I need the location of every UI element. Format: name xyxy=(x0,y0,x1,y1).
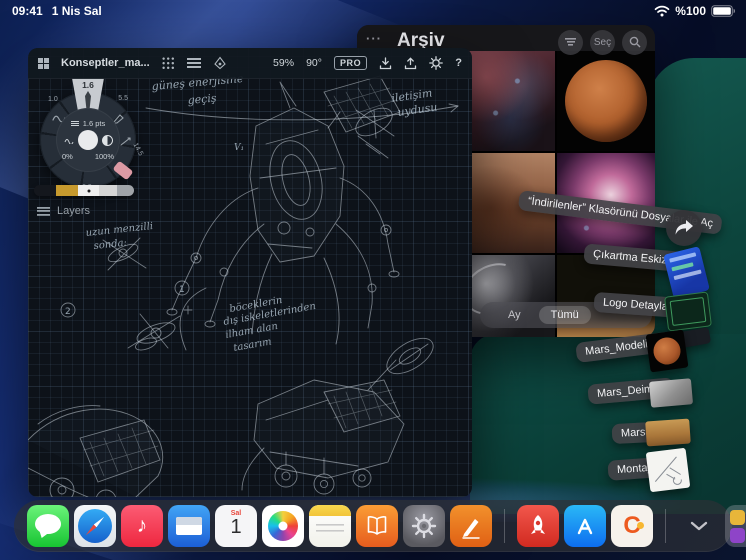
dock-app-calendar[interactable]: Sal 1 xyxy=(215,505,257,547)
wifi-icon xyxy=(654,5,670,17)
dock-app-rocket[interactable] xyxy=(517,505,559,547)
dock-app-library[interactable] xyxy=(725,505,746,547)
status-date: 1 Nis Sal xyxy=(51,4,102,18)
import-icon[interactable] xyxy=(379,56,392,70)
rocket-icon xyxy=(531,515,545,534)
dock-app-sketch[interactable] xyxy=(450,505,492,547)
music-note-icon: ♪ xyxy=(136,514,148,537)
drawing-toolbar: Konseptler_ma... 59% 90° PRO ? xyxy=(28,48,472,79)
opacity-max: 100% xyxy=(94,152,115,161)
help-button[interactable]: ? xyxy=(455,57,462,69)
status-time: 09:41 xyxy=(12,4,43,18)
dock-app-mail[interactable] xyxy=(168,505,210,547)
swatch-light-gray[interactable] xyxy=(99,185,117,196)
pro-badge[interactable]: PRO xyxy=(333,56,368,70)
pen-icon xyxy=(462,519,480,539)
photo-thumbnail-orion-nebula[interactable] xyxy=(557,153,655,253)
appstore-a-icon xyxy=(577,518,593,535)
ipad-screen: ··· Arşiv Seç Ay Tümü güneş enerjisine g… xyxy=(0,0,746,560)
select-button[interactable]: Seç xyxy=(590,29,615,55)
pen-tool-icon[interactable] xyxy=(120,136,132,146)
photo-thumbnail-mars[interactable] xyxy=(557,51,655,151)
dock-app-safari[interactable] xyxy=(74,505,116,547)
stroke-lines-icon xyxy=(70,121,79,126)
swatch-black[interactable] xyxy=(34,185,56,196)
tool-wheel-center[interactable]: 1.6 pts 0% 100% xyxy=(56,108,120,172)
zoom-level[interactable]: 59% xyxy=(273,57,294,69)
calendar-day: 1 xyxy=(230,516,242,538)
filter-button[interactable] xyxy=(558,29,583,55)
vector-nib-icon[interactable] xyxy=(213,56,227,70)
wallpaper-teal-shape xyxy=(470,334,746,514)
export-share-icon[interactable] xyxy=(404,56,417,70)
swatch-gray[interactable] xyxy=(117,185,134,196)
gallery-icon[interactable] xyxy=(38,57,49,69)
pressure-icon xyxy=(64,139,73,144)
dock-app-books[interactable] xyxy=(356,505,398,547)
color-palette-bar[interactable] xyxy=(34,185,134,196)
gear-icon xyxy=(411,513,437,539)
tool-size-label: 1.0 xyxy=(48,96,58,103)
window-controls-icon[interactable]: ··· xyxy=(366,31,382,46)
library-mini-icon xyxy=(729,509,745,525)
dock-app-music[interactable]: ♪ xyxy=(121,505,163,547)
dock-collapse-button[interactable] xyxy=(682,505,716,547)
annotation-solar-2: geçiş xyxy=(187,91,217,106)
annotation-probe-2: sonda: xyxy=(93,238,127,252)
selected-tool-size: 1.6 xyxy=(82,80,94,90)
dock-app-notes[interactable] xyxy=(309,505,351,547)
dock-divider xyxy=(665,509,666,543)
swatch-white-selected[interactable] xyxy=(78,185,99,196)
layers-label: Layers xyxy=(57,205,91,217)
stroke-size-value: 1.6 pts xyxy=(82,119,106,128)
library-mini-icon xyxy=(729,527,745,543)
grid-settings-icon[interactable] xyxy=(161,56,175,70)
annotation-insect-4: tasarım xyxy=(233,336,273,354)
rotation-value[interactable]: 90° xyxy=(306,57,322,69)
annotation-number-2: 2 xyxy=(65,307,71,317)
tab-all-photos[interactable]: Tümü xyxy=(538,306,591,324)
annotation-probe-1: uzun menzilli xyxy=(85,221,153,239)
dock-app-photos[interactable] xyxy=(262,505,304,547)
dock-app-settings[interactable] xyxy=(403,505,445,547)
tool-size-label: 5.5 xyxy=(118,95,128,102)
chevron-down-icon xyxy=(690,521,708,531)
color-well[interactable] xyxy=(77,130,98,150)
battery-icon xyxy=(711,5,736,17)
document-title[interactable]: Konseptler_ma... xyxy=(61,57,150,69)
dock: ♪ Sal 1 C xyxy=(14,500,746,552)
opacity-icon xyxy=(101,134,113,146)
layers-panel-toggle[interactable]: Layers xyxy=(37,205,90,217)
envelope-icon xyxy=(176,517,202,535)
photos-view-switcher: Ay Tümü xyxy=(480,302,652,328)
open-book-icon xyxy=(367,516,387,535)
menu-lines-icon[interactable] xyxy=(186,58,201,68)
dock-app-messages[interactable] xyxy=(27,505,69,547)
settings-gear-icon[interactable] xyxy=(429,56,444,70)
swatch-gold[interactable] xyxy=(56,185,78,196)
select-button-label: Seç xyxy=(593,36,612,48)
dock-app-appstore[interactable] xyxy=(564,505,606,547)
annotation-number-1: 1 xyxy=(179,285,185,295)
dock-divider xyxy=(504,509,505,543)
layers-icon xyxy=(37,206,50,216)
drawing-app-window: güneş enerjisine geçiş iletişim uydusu u… xyxy=(28,48,472,497)
tool-wheel[interactable]: 1.0 5.5 14.5 6.9 1.6 xyxy=(40,78,144,191)
dock-app-concepts[interactable]: C xyxy=(611,505,653,547)
search-button[interactable] xyxy=(622,29,647,55)
photos-flower-icon xyxy=(268,511,298,541)
tab-months[interactable]: Ay xyxy=(508,309,521,321)
opacity-min: 0% xyxy=(61,152,73,161)
battery-percent: %100 xyxy=(675,4,706,18)
annotation-velocity: V₁ xyxy=(234,143,244,153)
status-bar: 09:41 1 Nis Sal %100 xyxy=(0,0,746,22)
search-icon xyxy=(629,36,640,48)
filter-lines-icon xyxy=(565,38,576,46)
